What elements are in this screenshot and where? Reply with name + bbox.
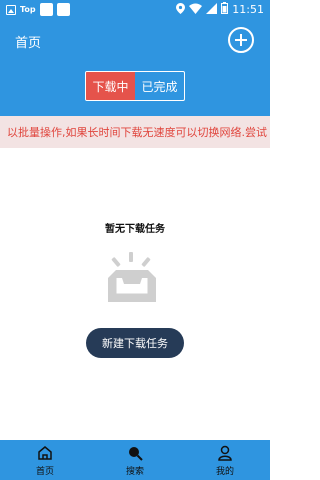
empty-state-title: 暂无下载任务 — [105, 224, 165, 235]
bottom-nav: 首页 搜索 我的 — [0, 440, 270, 480]
location-icon — [176, 2, 186, 17]
tab-bar: 下载中 已完成 — [0, 60, 270, 116]
add-icon[interactable] — [228, 27, 254, 53]
status-left: Top — [6, 3, 70, 16]
notification-square-icon — [56, 3, 70, 16]
battery-icon — [221, 2, 229, 17]
gallery-notification-icon — [6, 4, 16, 15]
status-app-text: Top — [20, 5, 36, 14]
nav-item-search[interactable]: 搜索 — [90, 440, 180, 480]
download-tabs: 下载中 已完成 — [85, 71, 185, 101]
empty-inbox-icon — [102, 248, 162, 308]
signal-icon — [206, 2, 218, 17]
app-screen: Top 11:51 首页 下载中 已完成 以批量操作,如果长时间下载无速度可以切… — [0, 0, 270, 480]
notice-text: 以批量操作,如果长时间下载无速度可以切换网络.尝试 — [7, 126, 267, 139]
user-icon — [217, 445, 233, 461]
nav-item-home[interactable]: 首页 — [0, 440, 90, 480]
wifi-icon — [189, 3, 203, 17]
status-bar: Top 11:51 — [0, 0, 270, 20]
nav-item-mine[interactable]: 我的 — [180, 440, 270, 480]
nav-item-mine-label: 我的 — [215, 467, 234, 477]
status-right: 11:51 — [176, 2, 264, 17]
notification-square-icon — [39, 3, 53, 16]
notice-bar: 以批量操作,如果长时间下载无速度可以切换网络.尝试 — [0, 116, 270, 148]
nav-item-home-label: 首页 — [35, 467, 54, 477]
search-icon — [127, 445, 143, 461]
page-title: 首页 — [15, 36, 42, 51]
new-download-task-button[interactable]: 新建下载任务 — [86, 328, 184, 358]
tab-completed[interactable]: 已完成 — [135, 72, 184, 100]
status-time: 11:51 — [232, 3, 264, 16]
nav-item-search-label: 搜索 — [125, 467, 144, 477]
app-bar: 首页 — [0, 20, 270, 60]
home-icon — [37, 445, 53, 461]
tab-downloading[interactable]: 下载中 — [86, 72, 135, 100]
